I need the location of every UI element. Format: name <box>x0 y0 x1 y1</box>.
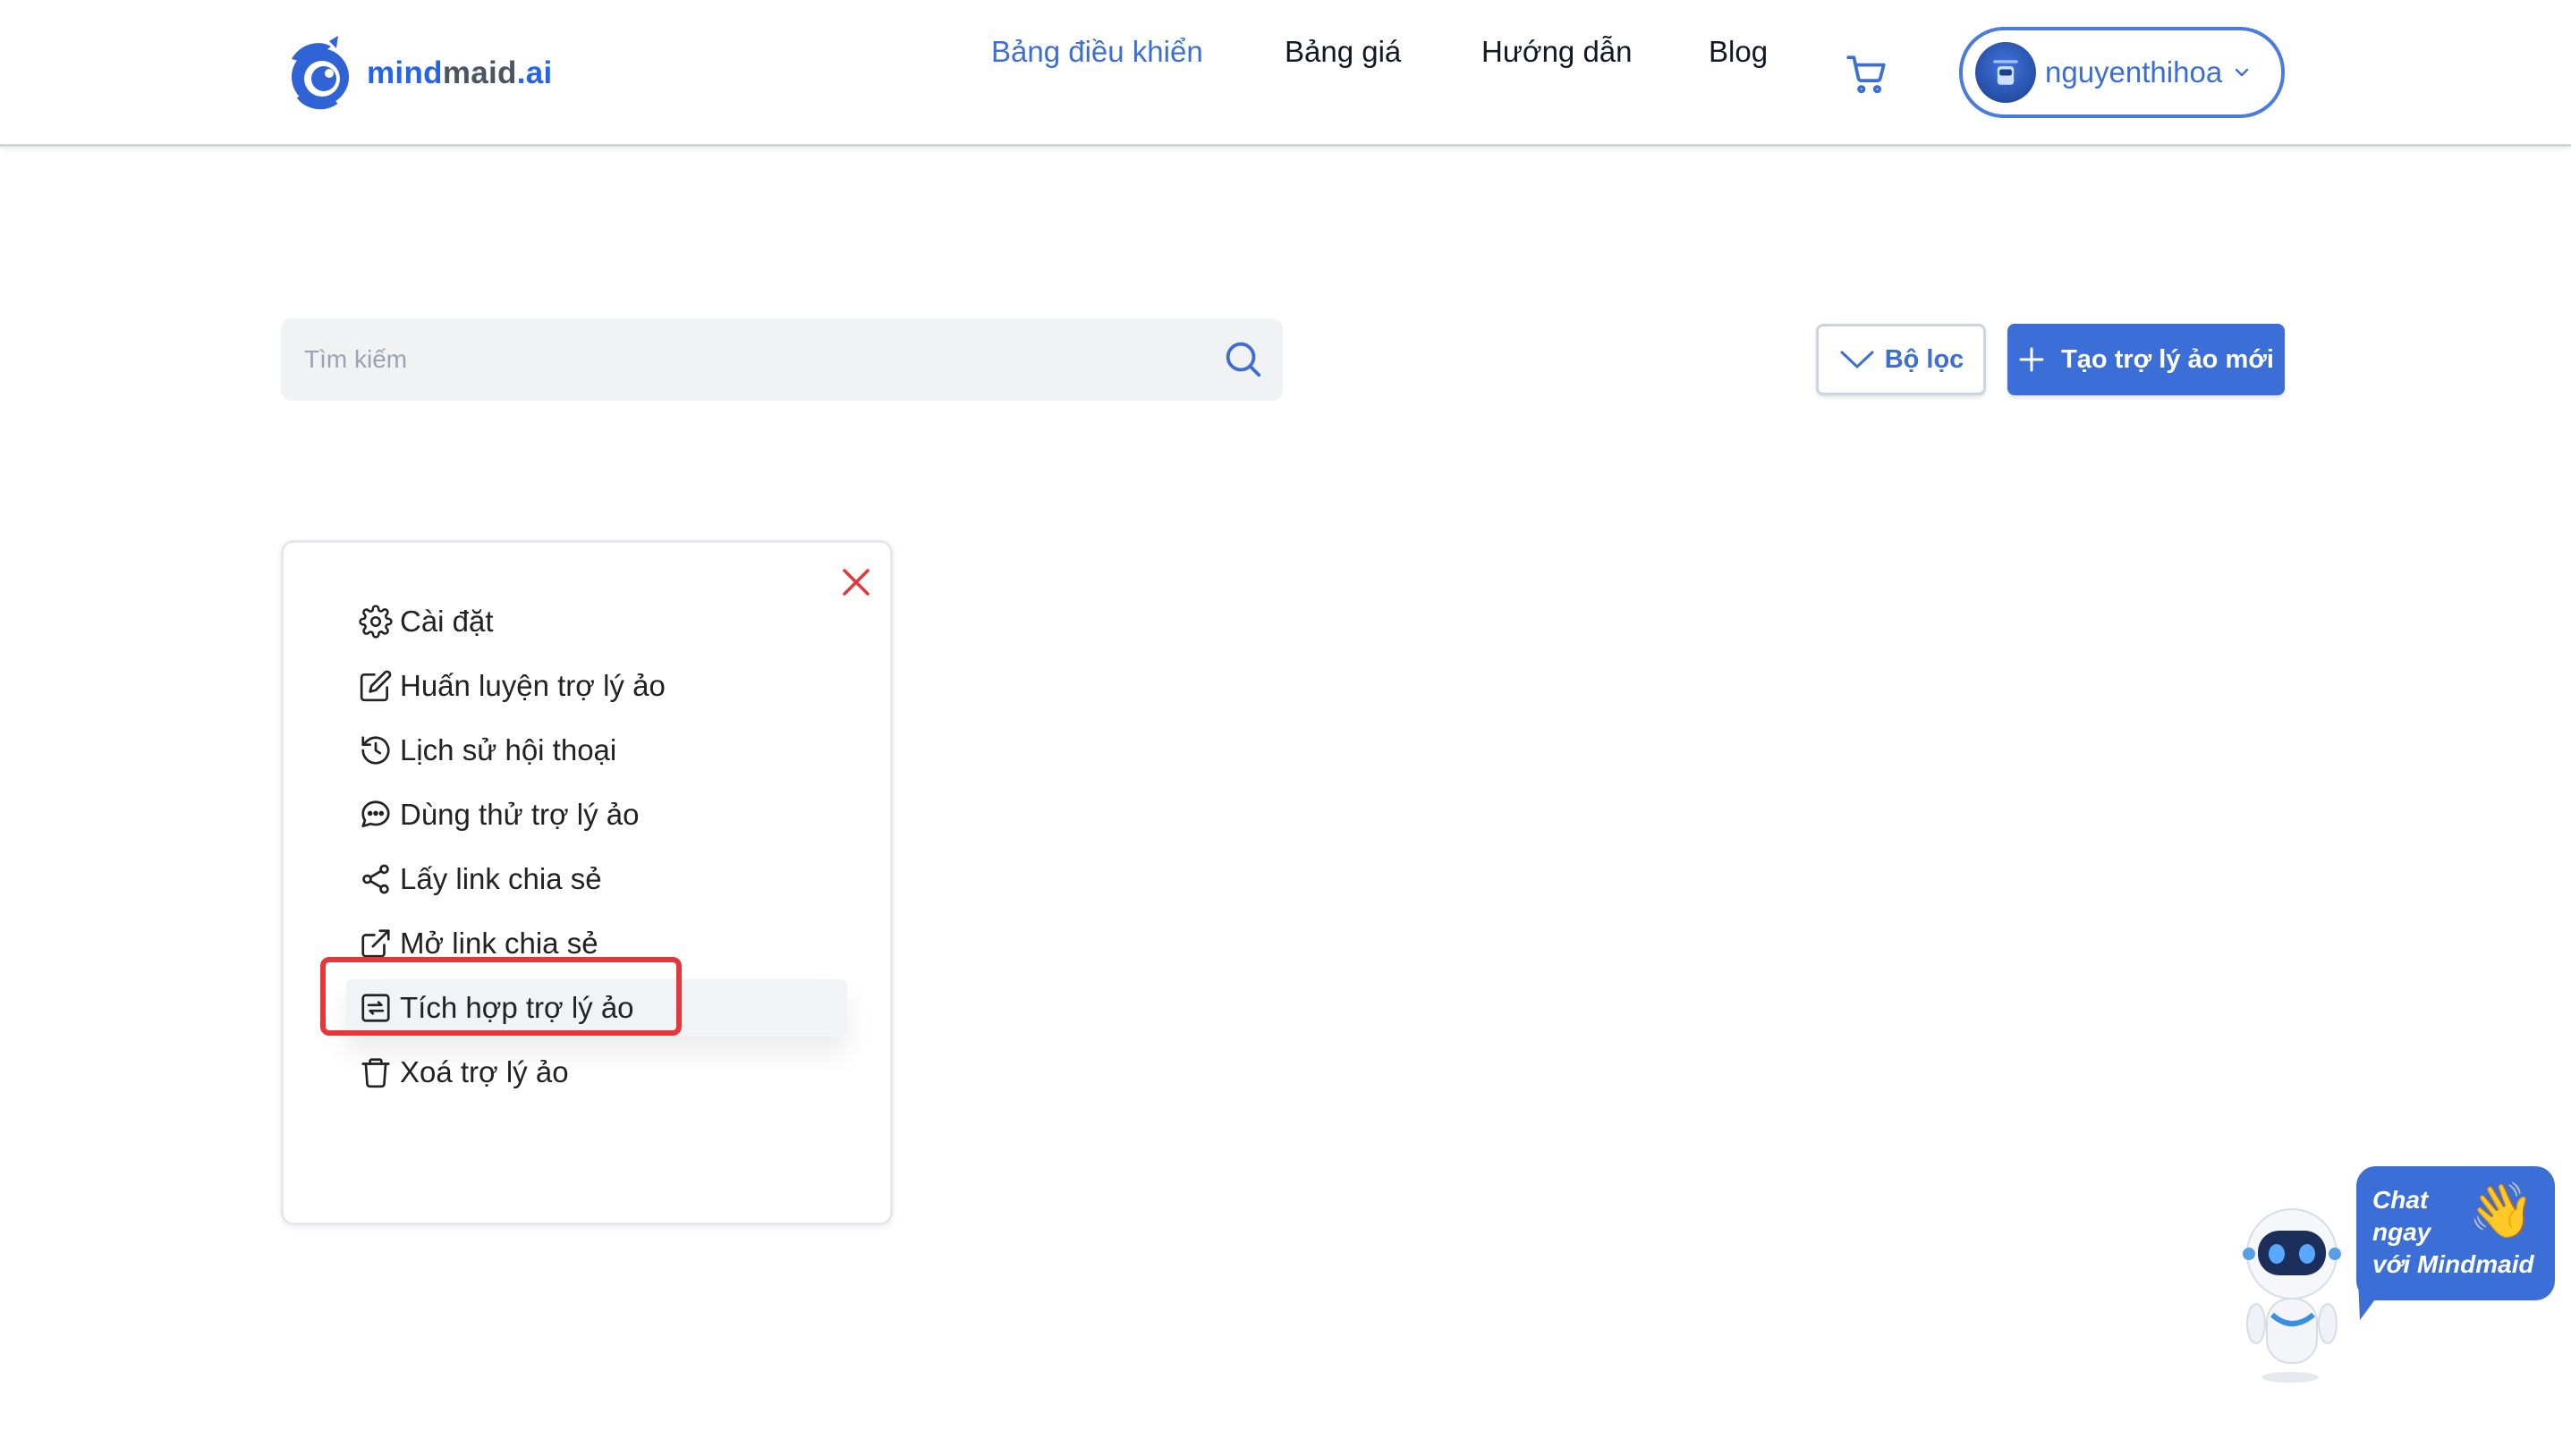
filter-button[interactable]: Bộ lọc <box>1816 324 1986 395</box>
robot-mascot-icon[interactable] <box>2227 1198 2362 1386</box>
username: nguyenthihoa <box>2045 55 2223 89</box>
nav-guide[interactable]: Hướng dẫn <box>1481 32 1633 72</box>
brand-name-part2: maid <box>442 55 517 90</box>
filter-label: Bộ lọc <box>1884 344 1964 374</box>
menu-item-delete[interactable]: Xoá trợ lý ảo <box>346 1044 847 1101</box>
page: mindmaid.ai Bảng điều khiển Bảng giá Hướ… <box>0 0 2571 1456</box>
share-icon <box>362 864 389 894</box>
search-icon[interactable] <box>1222 338 1263 379</box>
plus-icon <box>2019 347 2044 372</box>
cart-icon[interactable] <box>1845 52 1889 97</box>
create-assistant-button[interactable]: Tạo trợ lý ảo mới <box>2007 324 2285 395</box>
menu-item-try[interactable]: Dùng thử trợ lý ảo <box>346 786 847 843</box>
nav-dashboard[interactable]: Bảng điều khiển <box>991 32 1203 72</box>
menu-item-history[interactable]: Lịch sử hội thoại <box>346 722 847 779</box>
search-box <box>281 318 1283 401</box>
mindmaid-logo-icon <box>292 36 349 110</box>
external-link-icon <box>361 929 390 958</box>
menu-item-label: Mở link chia sẻ <box>400 927 598 960</box>
menu-item-get-share-link[interactable]: Lấy link chia sẻ <box>346 851 847 908</box>
brand-name-part3: .ai <box>516 55 553 90</box>
gear-icon <box>359 605 393 639</box>
chat-icon <box>361 800 390 828</box>
nav-blog[interactable]: Blog <box>1709 32 1768 72</box>
assistant-action-menu: Cài đặt Huấn luyện trợ lý ảo Lịch sử hội… <box>281 540 893 1225</box>
brand-name-part1: mind <box>367 55 443 90</box>
menu-item-settings[interactable]: Cài đặt <box>346 593 847 650</box>
menu-item-label: Lịch sử hội thoại <box>400 733 617 766</box>
menu-item-label: Cài đặt <box>400 605 494 638</box>
brand-name: mindmaid.ai <box>367 55 553 91</box>
avatar <box>1975 42 2036 103</box>
history-icon <box>361 736 390 765</box>
top-navbar: mindmaid.ai Bảng điều khiển Bảng giá Hướ… <box>0 0 2571 147</box>
trash-icon <box>361 1058 390 1088</box>
menu-item-label: Lấy link chia sẻ <box>400 862 602 895</box>
menu-item-train[interactable]: Huấn luyện trợ lý ảo <box>346 657 847 715</box>
highlight-annotation-box <box>320 957 682 1036</box>
chevron-down-icon <box>2235 68 2249 77</box>
chat-now-bubble[interactable]: Chat ngay với Mindmaid 👋 <box>2356 1166 2555 1300</box>
search-input[interactable] <box>304 318 1181 401</box>
user-menu-button[interactable]: nguyenthihoa <box>1959 27 2285 118</box>
chat-line-3: với Mindmaid <box>2372 1250 2534 1278</box>
avatar-robot-icon <box>1993 60 2018 85</box>
brand-logo[interactable]: mindmaid.ai <box>279 32 553 114</box>
chevron-down-icon <box>1840 351 1874 368</box>
nav-pricing[interactable]: Bảng giá <box>1285 32 1401 72</box>
waving-hand-icon: 👋 <box>2468 1181 2535 1240</box>
menu-item-label: Dùng thử trợ lý ảo <box>400 798 640 831</box>
menu-item-label: Xoá trợ lý ảo <box>400 1055 569 1088</box>
create-label: Tạo trợ lý ảo mới <box>2061 344 2274 374</box>
edit-icon <box>360 670 392 702</box>
menu-item-label: Huấn luyện trợ lý ảo <box>400 669 666 702</box>
